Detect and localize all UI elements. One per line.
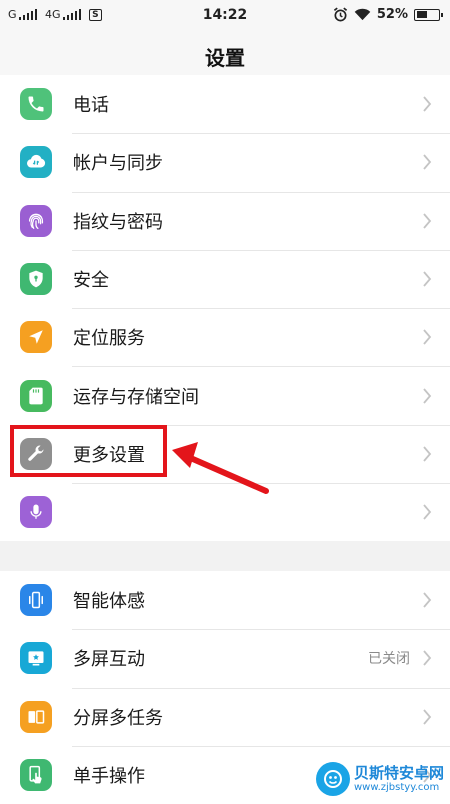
chevron-right-icon xyxy=(423,504,432,520)
settings-item-location[interactable]: 定位服务 xyxy=(0,308,450,366)
settings-item-split-screen[interactable]: 分屏多任务 xyxy=(0,687,450,746)
chevron-right-icon xyxy=(423,446,432,462)
split-screen-icon xyxy=(20,700,52,733)
settings-item-label: 多屏互动 xyxy=(73,649,145,671)
settings-item-memory-storage[interactable]: 运存与存储空间 xyxy=(0,366,450,424)
settings-item-label: 电话 xyxy=(73,95,109,117)
screen-cast-icon xyxy=(20,642,52,675)
settings-item-smart-motion[interactable]: 智能体感 xyxy=(0,571,450,629)
phone-motion-icon xyxy=(20,584,52,617)
one-hand-icon xyxy=(20,759,52,792)
settings-item-label: 帐户与同步 xyxy=(73,153,163,175)
settings-item-multi-screen[interactable]: 多屏互动 已关闭 xyxy=(0,629,450,687)
settings-item-label: 安全 xyxy=(73,270,109,292)
settings-item-fingerprint-password[interactable]: 指纹与密码 xyxy=(0,191,450,250)
status-value: 已关闭 xyxy=(368,651,410,668)
chevron-right-icon xyxy=(423,709,432,725)
settings-item-phone[interactable]: 电话 xyxy=(0,75,450,133)
watermark-name: 贝斯特安卓网 xyxy=(353,764,444,783)
chevron-right-icon xyxy=(423,271,432,287)
chevron-right-icon xyxy=(423,329,432,345)
chevron-right-icon xyxy=(423,154,432,171)
chevron-right-icon xyxy=(423,213,432,229)
watermark-url: www.zjbstyy.com xyxy=(353,781,440,793)
battery-percent: 52% xyxy=(376,7,408,22)
highlight-box xyxy=(10,425,167,477)
chevron-right-icon xyxy=(423,592,432,608)
fingerprint-icon xyxy=(20,204,52,237)
settings-item-security[interactable]: 安全 xyxy=(0,249,450,308)
cloud-sync-icon xyxy=(20,146,52,179)
watermark-logo-icon xyxy=(315,762,350,796)
settings-item-account-sync[interactable]: 帐户与同步 xyxy=(0,133,450,191)
watermark: 贝斯特安卓网 www.zjbstyy.com xyxy=(315,762,444,796)
battery-icon xyxy=(414,8,443,21)
settings-item-voice[interactable] xyxy=(0,483,450,541)
alarm-icon xyxy=(333,7,347,22)
chevron-right-icon xyxy=(423,388,432,404)
status-bar: G 4G S 14:22 52% xyxy=(0,0,450,32)
settings-item-label: 运存与存储空间 xyxy=(73,386,199,408)
sd-card-icon xyxy=(20,379,52,412)
chevron-right-icon xyxy=(423,96,432,112)
wifi-icon xyxy=(354,8,371,21)
chevron-right-icon xyxy=(423,650,432,667)
settings-item-label: 定位服务 xyxy=(73,328,145,350)
status-right: 52% xyxy=(333,7,443,22)
settings-item-label: 单手操作 xyxy=(73,766,145,788)
location-arrow-icon xyxy=(20,321,52,354)
shield-icon xyxy=(20,263,52,296)
settings-item-label: 指纹与密码 xyxy=(73,211,163,233)
settings-item-label: 分屏多任务 xyxy=(73,707,163,729)
settings-item-label: 智能体感 xyxy=(73,591,145,613)
phone-icon xyxy=(20,88,52,121)
microphone-icon xyxy=(20,496,52,529)
